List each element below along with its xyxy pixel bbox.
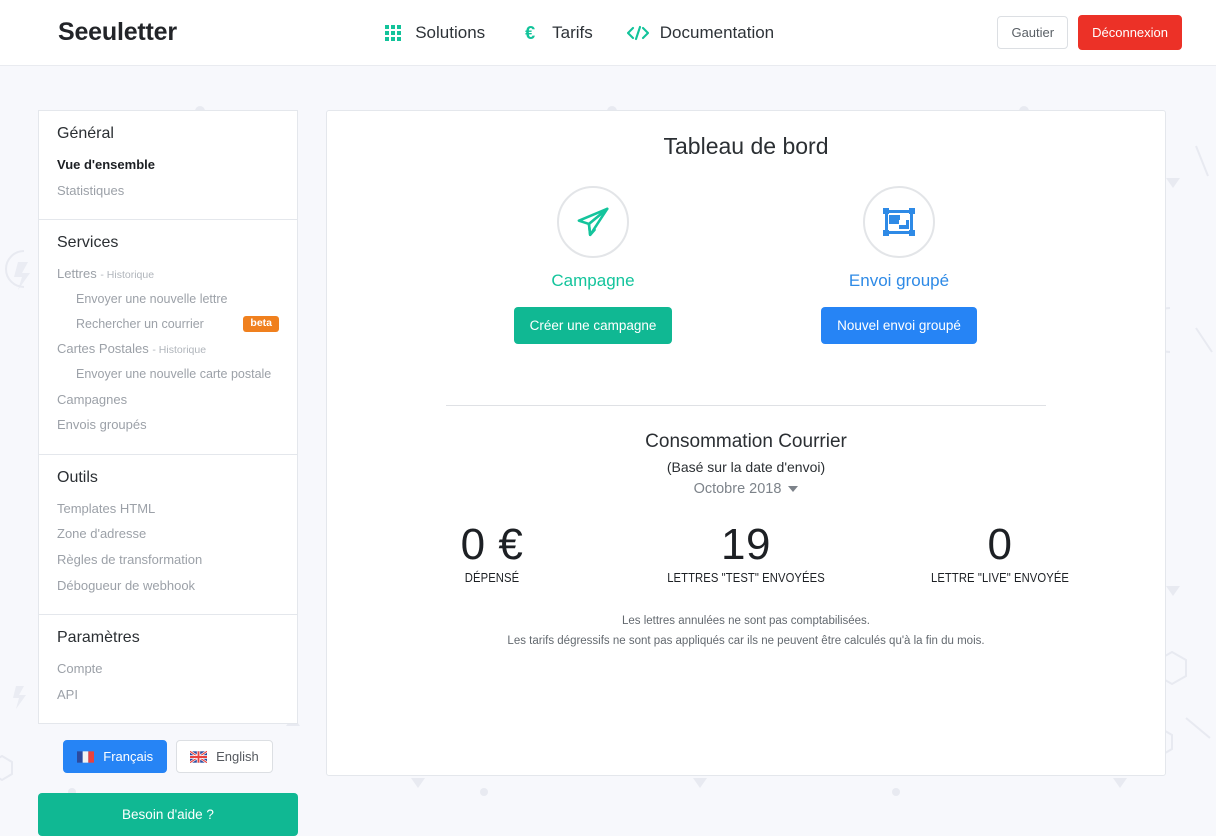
consumption-stats: 0 € DÉPENSÉ 19 LETTRES "TEST" ENVOYÉES 0…: [327, 520, 1165, 585]
stat-label: DÉPENSÉ: [464, 571, 520, 586]
stat-label: LETTRE "LIVE" ENVOYÉE: [930, 571, 1070, 586]
sidebar-item-debogueur-de-webhook[interactable]: Débogueur de webhook: [57, 573, 279, 599]
new-bulk-send-button[interactable]: Nouvel envoi groupé: [821, 307, 977, 344]
quick-action-label: Campagne: [551, 271, 635, 290]
create-campaign-button[interactable]: Créer une campagne: [513, 307, 673, 344]
logout-button[interactable]: Déconnexion: [1078, 15, 1182, 50]
stat-depense: 0 € DÉPENSÉ: [365, 520, 619, 585]
sidebar-item-templates-html[interactable]: Templates HTML: [57, 496, 279, 522]
page-title: Tableau de bord: [663, 133, 829, 159]
sidebar-item-label: Lettres: [57, 266, 97, 282]
sidebar-card-outils: Outils Templates HTML Zone d'adresse Règ…: [38, 454, 298, 616]
sidebar-item-cartes-postales[interactable]: Cartes Postales - Historique: [57, 336, 279, 362]
language-label: English: [216, 749, 259, 765]
sidebar-item-envois-groupes[interactable]: Envois groupés: [57, 412, 279, 438]
sidebar-item-lettres[interactable]: Lettres - Historique: [57, 261, 279, 287]
sidebar-item-label: Rechercher un courrier: [76, 316, 204, 331]
sidebar-card-general: Général Vue d'ensemble Statistiques: [38, 110, 298, 221]
quick-action-label: Envoi groupé: [848, 271, 950, 290]
paper-plane-icon: [557, 186, 629, 258]
consumption-header: Consommation Courrier (Basé sur la date …: [327, 431, 1165, 498]
nav-item-documentation-label: Documentation: [659, 22, 775, 42]
stat-label: LETTRES "TEST" ENVOYÉES: [667, 571, 825, 586]
stat-value: 0: [987, 520, 1013, 569]
sidebar-item-regles-de-transformation[interactable]: Règles de transformation: [57, 547, 279, 573]
sidebar-item-campagnes[interactable]: Campagnes: [57, 387, 279, 413]
sidebar-group-parametres: Paramètres Compte API: [39, 615, 297, 723]
sidebar-item-suffix: - Historique: [152, 344, 207, 357]
sidebar-group-services: Services Lettres - Historique Envoyer un…: [39, 220, 297, 454]
sidebar-item-label: Cartes Postales: [57, 341, 149, 357]
stat-lettre-live: 0 LETTRE "LIVE" ENVOYÉE: [873, 520, 1127, 585]
quick-actions: Campagne Créer une campagne Envoi groupé…: [327, 186, 1165, 344]
nav-actions: Gautier Déconnexion: [997, 15, 1182, 50]
consumption-subtitle: (Basé sur la date d'envoi): [666, 459, 826, 475]
chevron-down-icon: [788, 486, 799, 492]
month-selector[interactable]: Octobre 2018: [694, 481, 799, 497]
top-navigation-bar: Seeuletter Solutions € Tarifs Documentat…: [0, 0, 1216, 66]
gb-flag-icon: [190, 750, 208, 763]
language-button-francais[interactable]: Français: [63, 740, 168, 774]
sidebar-group-title: Services: [57, 234, 119, 252]
euro-icon: €: [525, 22, 536, 43]
grid-icon: [382, 22, 404, 44]
note-line: Les lettres annulées ne sont pas comptab…: [621, 615, 871, 628]
primary-nav: Solutions € Tarifs Documentation: [177, 22, 998, 44]
sidebar-item-statistiques[interactable]: Statistiques: [57, 178, 279, 204]
object-group-icon: [863, 186, 935, 258]
stat-lettres-test: 19 LETTRES "TEST" ENVOYÉES: [619, 520, 873, 585]
sidebar-group-title: Paramètres: [57, 629, 140, 647]
nav-item-solutions[interactable]: Solutions: [382, 22, 485, 44]
stat-value: 19: [721, 520, 771, 569]
sidebar-item-zone-dadresse[interactable]: Zone d'adresse: [57, 521, 279, 547]
code-icon: [626, 22, 649, 44]
sidebar-item-compte[interactable]: Compte: [57, 656, 279, 682]
stat-value: 0 €: [460, 520, 524, 569]
quick-action-envoi-groupe: Envoi groupé Nouvel envoi groupé: [817, 186, 981, 344]
consumption-notes: Les lettres annulées ne sont pas comptab…: [327, 612, 1165, 652]
consumption-title: Consommation Courrier: [645, 431, 847, 452]
user-menu-button[interactable]: Gautier: [997, 16, 1069, 49]
quick-action-campagne: Campagne Créer une campagne: [511, 186, 675, 344]
language-switcher: Français English: [38, 740, 298, 774]
status-badge: beta: [243, 316, 279, 332]
sidebar-item-api[interactable]: API: [57, 682, 279, 708]
sidebar-card-services: Services Lettres - Historique Envoyer un…: [38, 220, 298, 455]
section-divider: [446, 405, 1046, 406]
language-button-english[interactable]: English: [176, 740, 273, 774]
nav-item-tarifs[interactable]: € Tarifs: [519, 22, 593, 44]
brand-logo[interactable]: Seeuletter: [58, 18, 177, 47]
sidebar-group-title: Général: [57, 125, 114, 142]
sidebar: Général Vue d'ensemble Statistiques Serv…: [38, 110, 298, 836]
nav-item-tarifs-label: Tarifs: [552, 22, 593, 42]
fr-flag-icon: [77, 751, 95, 763]
page-body: Général Vue d'ensemble Statistiques Serv…: [0, 66, 1216, 836]
sidebar-item-envoyer-une-nouvelle-lettre[interactable]: Envoyer une nouvelle lettre: [57, 287, 279, 312]
sidebar-item-vue-densemble[interactable]: Vue d'ensemble: [57, 152, 279, 178]
dashboard-card: Tableau de bord Campagne Créer une campa…: [326, 110, 1166, 776]
nav-item-solutions-label: Solutions: [415, 22, 486, 42]
sidebar-group-title: Outils: [57, 468, 98, 486]
note-line: Les tarifs dégressifs ne sont pas appliq…: [507, 635, 985, 648]
sidebar-group-general: Général Vue d'ensemble Statistiques: [39, 111, 297, 219]
month-selector-value: Octobre 2018: [693, 481, 782, 497]
language-label: Français: [103, 749, 154, 765]
sidebar-item-rechercher-un-courrier[interactable]: Rechercher un courrier beta: [57, 312, 279, 337]
help-button[interactable]: Besoin d'aide ?: [38, 793, 298, 836]
sidebar-item-suffix: - Historique: [100, 269, 155, 282]
sidebar-item-envoyer-une-nouvelle-carte-postale[interactable]: Envoyer une nouvelle carte postale: [57, 362, 279, 387]
sidebar-card-parametres: Paramètres Compte API: [38, 615, 298, 725]
nav-item-documentation[interactable]: Documentation: [626, 22, 775, 44]
sidebar-group-outils: Outils Templates HTML Zone d'adresse Règ…: [39, 455, 297, 614]
